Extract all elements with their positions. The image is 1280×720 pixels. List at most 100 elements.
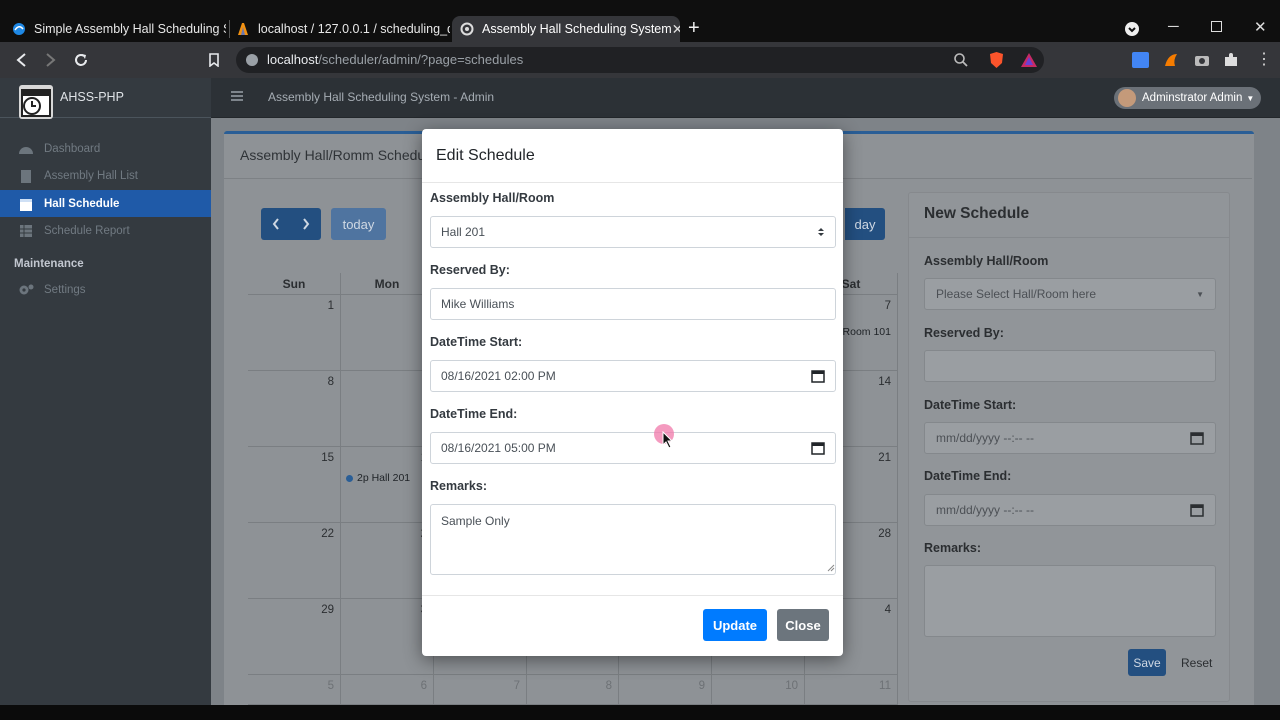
- calendar-day-cell[interactable]: 1: [248, 295, 341, 371]
- tab-search-icon[interactable]: [1125, 22, 1139, 36]
- update-button[interactable]: Update: [703, 609, 767, 641]
- close-window-icon[interactable]: ✕: [1254, 18, 1267, 36]
- brand-logo-icon: [19, 85, 53, 119]
- calendar-day-cell[interactable]: 7: [434, 675, 527, 705]
- brave-shield-icon[interactable]: [988, 51, 1005, 69]
- calendar-day-cell[interactable]: 8: [527, 675, 619, 705]
- reserved-label: Reserved By:: [430, 263, 510, 277]
- minimize-icon[interactable]: ─: [1168, 18, 1179, 35]
- prev-month-button[interactable]: [261, 208, 291, 240]
- bookmark-icon[interactable]: [208, 53, 220, 67]
- calendar-day-number: 8: [327, 376, 334, 388]
- browser-menu-icon[interactable]: ⋮: [1256, 52, 1272, 68]
- calendar-day-cell[interactable]: 8: [248, 371, 341, 447]
- start-input[interactable]: 08/16/2021 02:00 PM: [430, 360, 836, 392]
- calendar-day-cell[interactable]: [341, 295, 434, 371]
- calendar-icon: [20, 198, 32, 211]
- calendar-day-cell[interactable]: 29: [248, 599, 341, 675]
- event-dot-icon: [346, 474, 353, 482]
- reload-icon[interactable]: [73, 52, 89, 68]
- calendar-picker-icon[interactable]: [1190, 503, 1204, 517]
- new-tab-button[interactable]: +: [688, 17, 700, 40]
- day-view-button[interactable]: day: [845, 208, 885, 240]
- avatar: [1118, 89, 1136, 107]
- calendar-picker-icon[interactable]: [1190, 431, 1204, 445]
- sidebar-brand[interactable]: AHSS-PHP: [0, 78, 211, 119]
- remarks-textarea[interactable]: Sample Only: [430, 504, 836, 575]
- calendar-day-cell[interactable]: 9: [619, 675, 712, 705]
- calendar-day-cell[interactable]: 2: [341, 523, 434, 599]
- close-tab-icon[interactable]: ✕: [672, 21, 680, 38]
- puzzle-icon[interactable]: [1223, 52, 1239, 68]
- reserved-input[interactable]: [924, 350, 1216, 382]
- hall-label: Assembly Hall/Room: [924, 254, 1049, 268]
- end-placeholder: mm/dd/yyyy --:-- --: [936, 503, 1034, 517]
- end-label: DateTime End:: [924, 469, 1012, 483]
- browser-tab-2[interactable]: localhost / 127.0.0.1 / scheduling_db: [232, 16, 450, 42]
- calendar-day-cell[interactable]: 3: [341, 599, 434, 675]
- translate-icon[interactable]: [1132, 52, 1149, 68]
- calendar-picker-icon[interactable]: [811, 441, 825, 455]
- tachometer-icon: [19, 146, 33, 154]
- calendar-day-cell[interactable]: 1 2p Hall 201: [341, 447, 434, 523]
- close-button[interactable]: Close: [777, 609, 829, 641]
- start-label: DateTime Start:: [924, 398, 1017, 412]
- modal-header-divider: [422, 182, 843, 183]
- modal-footer-divider: [422, 595, 843, 596]
- calendar-day-number: 1: [327, 300, 334, 312]
- calendar-day-number: 7: [513, 680, 520, 692]
- next-month-button[interactable]: [291, 208, 321, 240]
- calendar-event[interactable]: 2p Hall 201: [341, 472, 427, 484]
- browser-tab-3-active[interactable]: Assembly Hall Scheduling System ✕: [452, 16, 680, 42]
- remarks-textarea[interactable]: [924, 565, 1216, 637]
- tab-title: localhost / 127.0.0.1 / scheduling_db: [258, 22, 450, 36]
- sidebar-item-label: Dashboard: [44, 142, 101, 155]
- sidebar-item-hall-schedule[interactable]: Hall Schedule: [0, 190, 211, 217]
- user-menu-button[interactable]: Adminstrator Admin ▼: [1114, 87, 1261, 109]
- url-text[interactable]: localhost/scheduler/admin/?page=schedule…: [267, 52, 523, 67]
- zoom-icon[interactable]: [953, 52, 969, 68]
- calendar-day-number: 2: [341, 528, 427, 540]
- site-info-icon[interactable]: [246, 54, 258, 66]
- sidebar-item-dashboard[interactable]: Dashboard: [0, 135, 211, 162]
- sidebar-item-schedule-report[interactable]: Schedule Report: [0, 217, 211, 244]
- end-label: DateTime End:: [430, 407, 518, 421]
- brave-rewards-icon[interactable]: [1020, 52, 1038, 68]
- hall-select[interactable]: Hall 201: [430, 216, 836, 248]
- calendar-day-cell[interactable]: 22: [248, 523, 341, 599]
- calendar-day-cell[interactable]: 6: [341, 675, 434, 705]
- end-input[interactable]: 08/16/2021 05:00 PM: [430, 432, 836, 464]
- reserved-label: Reserved By:: [924, 326, 1004, 340]
- table-icon: [20, 224, 32, 237]
- back-icon[interactable]: [14, 52, 28, 68]
- textarea-resize-handle-icon[interactable]: [827, 564, 835, 572]
- calendar-day-number: 11: [879, 680, 891, 692]
- reset-button[interactable]: Reset: [1181, 656, 1212, 670]
- today-button[interactable]: today: [331, 208, 386, 240]
- calendar-day-cell[interactable]: 10: [712, 675, 805, 705]
- hall-select[interactable]: Please Select Hall/Room here ▼: [924, 278, 1216, 310]
- reserved-input[interactable]: Mike Williams: [430, 288, 836, 320]
- calendar-day-cell[interactable]: 11: [805, 675, 898, 705]
- sidebar-item-assembly-hall-list[interactable]: Assembly Hall List: [0, 162, 211, 189]
- bottom-edge: [0, 705, 1280, 720]
- camera-icon[interactable]: [1194, 53, 1210, 67]
- save-button[interactable]: Save: [1128, 649, 1166, 676]
- start-input[interactable]: mm/dd/yyyy --:-- --: [924, 422, 1216, 454]
- calendar-picker-icon[interactable]: [811, 369, 825, 383]
- forward-icon[interactable]: [44, 52, 58, 68]
- card-title: Assembly Hall/Romm Schedu: [240, 147, 426, 163]
- new-schedule-panel: New Schedule Assembly Hall/Room Please S…: [908, 192, 1230, 702]
- maximize-icon[interactable]: [1211, 21, 1222, 32]
- calendar-day-cell[interactable]: 5: [248, 675, 341, 705]
- navbar-title: Assembly Hall Scheduling System - Admin: [268, 90, 495, 104]
- chevron-left-icon: [272, 218, 279, 230]
- sidebar-item-settings[interactable]: Settings: [0, 276, 211, 303]
- calendar-day-cell[interactable]: 15: [248, 447, 341, 523]
- browser-tab-1[interactable]: Simple Assembly Hall Scheduling Syst: [8, 16, 226, 42]
- hamburger-menu-icon[interactable]: [231, 90, 243, 102]
- calendar-day-cell[interactable]: [341, 371, 434, 447]
- sidebar-section-maintenance: Maintenance: [14, 258, 84, 270]
- extension-icon[interactable]: [1163, 52, 1179, 68]
- end-input[interactable]: mm/dd/yyyy --:-- --: [924, 494, 1216, 526]
